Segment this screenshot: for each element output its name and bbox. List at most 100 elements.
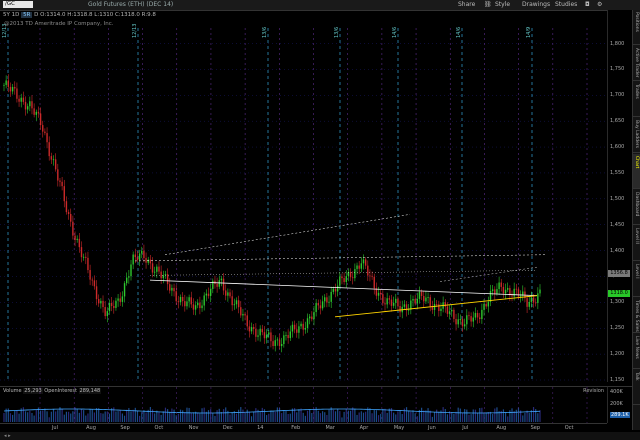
gear-icon[interactable]: ⚙: [597, 0, 602, 10]
candle-body: [147, 259, 149, 263]
time-axis-label: Nov: [188, 425, 199, 431]
candle-body: [390, 299, 393, 306]
candle-body: [173, 287, 175, 292]
candle-body: [248, 326, 251, 332]
side-tab-talk[interactable]: Talk: [633, 370, 640, 405]
candle-body: [289, 331, 291, 339]
timeframe-label[interactable]: 5Y 1D: [3, 12, 19, 18]
candle-body: [371, 275, 373, 277]
candle-body: [291, 324, 294, 332]
candle-body: [229, 292, 231, 297]
price-chart[interactable]: 12/13 12/13 13/6 13/6 14/6 14/6 14/9: [0, 10, 607, 382]
side-tab-active-trader[interactable]: Active Trader: [633, 46, 640, 81]
style-button[interactable]: Style: [495, 0, 510, 10]
candle-body: [117, 298, 119, 301]
session-marker-label: 14/6: [392, 27, 398, 38]
candle-body: [156, 266, 158, 272]
candle-body: [414, 299, 416, 304]
candle-body: [526, 298, 528, 307]
side-tab-level-ii[interactable]: Level II: [633, 226, 640, 261]
candle-body: [330, 291, 332, 302]
candle-body: [373, 276, 375, 289]
candle-body: [483, 304, 485, 310]
symbol-input[interactable]: /GC: [3, 1, 33, 8]
price-axis[interactable]: 1,800 1,750 1,700 1,650 1,600 1,550 1,500 1,450…: [607, 10, 633, 383]
candle-body: [399, 306, 401, 313]
candle-body: [457, 319, 459, 325]
price-axis-label: 1,500: [610, 195, 625, 202]
drawings-button[interactable]: Drawings: [522, 0, 550, 10]
candle-body: [259, 328, 261, 336]
low-value: 1310: [99, 12, 114, 18]
side-tab-live-news[interactable]: Live News: [633, 334, 640, 369]
volume-pane[interactable]: Volume 25,293 OpenInterest 289,148 Revis…: [0, 386, 607, 423]
candle-body: [345, 276, 347, 283]
reference-price-tag: 1356.8: [608, 269, 630, 277]
candle-body: [515, 288, 518, 290]
price-axis-label: 1,650: [610, 118, 625, 125]
volume-canvas: [3, 387, 588, 423]
resistance-line: [134, 254, 546, 262]
copyright-watermark: @2013 TD Ameritrade IP Company, Inc.: [4, 21, 114, 27]
candle-body: [78, 238, 81, 248]
candle-body: [162, 275, 164, 279]
candle-body: [494, 289, 496, 294]
candle-body: [420, 291, 423, 296]
candle-body: [304, 327, 307, 330]
side-tab-trades[interactable]: Trades: [633, 82, 640, 117]
candle-body: [364, 259, 367, 266]
candle-body: [242, 314, 244, 316]
side-tab-buy-ladders[interactable]: Buy Ladders: [633, 118, 640, 153]
side-tab-chart[interactable]: Chart: [633, 154, 640, 189]
candle-body: [326, 297, 328, 303]
candle-body: [67, 212, 70, 215]
candle-body: [472, 317, 474, 322]
camera-icon[interactable]: ◘: [585, 0, 590, 10]
candle-body: [216, 283, 218, 287]
side-tab-positions[interactable]: Positions: [633, 10, 640, 45]
candle-body: [179, 296, 182, 303]
time-axis-label: Apr: [359, 425, 369, 431]
side-tab-level-i[interactable]: Level I: [633, 262, 640, 297]
share-button[interactable]: Share: [458, 0, 475, 10]
price-axis-label: 1,250: [610, 325, 625, 332]
candle-body: [24, 101, 27, 110]
candle-body: [537, 293, 539, 303]
candle-body: [468, 315, 470, 317]
candle-body: [22, 97, 25, 102]
candle-body: [278, 339, 281, 347]
candle-body: [502, 286, 505, 294]
candle-body: [141, 250, 143, 254]
high-value: 1318.8: [73, 12, 93, 18]
time-axis-label: Aug: [496, 425, 507, 431]
candle-body: [276, 339, 279, 341]
side-tab-dashboard[interactable]: Dashboard: [633, 190, 640, 225]
timeframe-pill[interactable]: 5R: [21, 12, 33, 18]
side-tab-strip: Positions Active Trader Trades Buy Ladders C…: [632, 10, 640, 430]
candle-body: [302, 323, 304, 330]
candle-body: [435, 304, 438, 305]
side-tab-label: Active Trader: [634, 48, 639, 78]
price-axis-label: 1,400: [610, 247, 625, 254]
price-axis-label: 1,750: [610, 66, 625, 73]
candle-body: [87, 257, 89, 271]
status-arrows[interactable]: ◂ ▸: [4, 433, 11, 439]
last-price-tag: 1318.0: [608, 290, 630, 298]
close-value: 1318.0: [120, 12, 140, 18]
price-axis-label: 1,150: [610, 377, 625, 383]
candle-body: [76, 238, 78, 240]
candle-body: [487, 301, 490, 307]
link-icon[interactable]: ⛓: [484, 0, 492, 10]
candle-body: [341, 276, 343, 279]
candle-body: [164, 274, 167, 276]
candle-body: [481, 309, 483, 320]
side-tab-times-sales[interactable]: Times & Sales: [633, 298, 640, 333]
candle-body: [300, 323, 302, 327]
range-value: 9.8: [147, 12, 156, 18]
candle-body: [48, 142, 50, 157]
price-chart-canvas[interactable]: 12/13 12/13 13/6 13/6 14/6 14/6 14/9: [0, 10, 607, 382]
time-axis-label: Feb: [291, 425, 301, 431]
candle-body: [283, 335, 285, 344]
studies-button[interactable]: Studies: [555, 0, 577, 10]
candle-body: [130, 264, 132, 277]
